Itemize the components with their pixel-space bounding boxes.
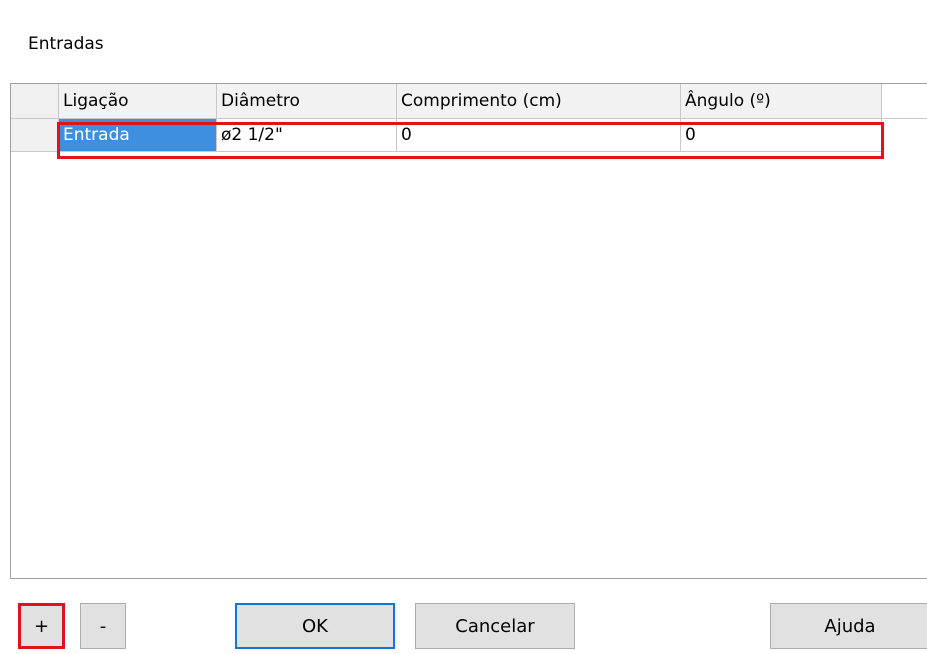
grid-header-row: Ligação Diâmetro Comprimento (cm) Ângulo… bbox=[11, 84, 927, 119]
column-header-filler bbox=[882, 84, 927, 119]
ok-button[interactable]: OK bbox=[235, 603, 395, 649]
table-row[interactable]: Entrada ø2 1/2" 0 0 bbox=[11, 119, 927, 152]
cell-ligacao[interactable]: Entrada bbox=[59, 119, 217, 152]
help-button[interactable]: Ajuda bbox=[770, 603, 927, 649]
column-header-comprimento[interactable]: Comprimento (cm) bbox=[397, 84, 681, 119]
row-header[interactable] bbox=[11, 119, 59, 152]
section-title: Entradas bbox=[28, 34, 104, 54]
add-row-button[interactable]: + bbox=[18, 603, 65, 649]
cancel-button[interactable]: Cancelar bbox=[415, 603, 575, 649]
column-header-ligacao[interactable]: Ligação bbox=[59, 84, 217, 119]
entries-grid[interactable]: Ligação Diâmetro Comprimento (cm) Ângulo… bbox=[10, 83, 927, 579]
column-header-angulo[interactable]: Ângulo (º) bbox=[681, 84, 882, 119]
column-header-diametro[interactable]: Diâmetro bbox=[217, 84, 397, 119]
cell-comprimento[interactable]: 0 bbox=[397, 119, 681, 152]
remove-row-button[interactable]: - bbox=[80, 603, 126, 649]
row-header-corner[interactable] bbox=[11, 84, 59, 119]
cell-angulo[interactable]: 0 bbox=[681, 119, 882, 152]
cell-diametro[interactable]: ø2 1/2" bbox=[217, 119, 397, 152]
